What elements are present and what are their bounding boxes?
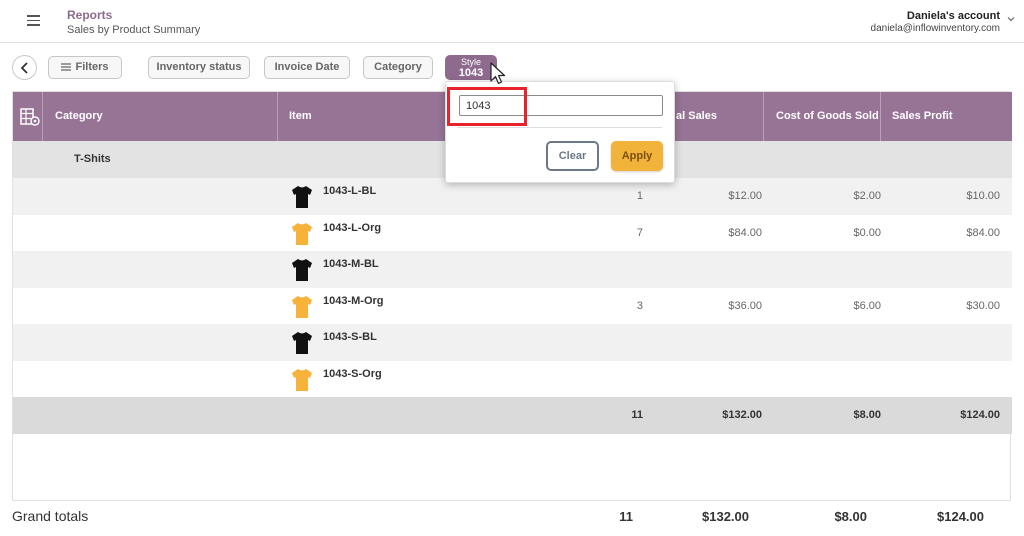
subtotal-qty: 11 <box>631 409 643 421</box>
grand-totals-label: Grand totals <box>12 508 89 524</box>
item-name[interactable]: 1043-S-BL <box>323 331 377 343</box>
qty-cell: 1 <box>636 190 643 202</box>
subtotal-sales: $132.00 <box>722 409 762 421</box>
hamburger-icon[interactable] <box>27 15 40 26</box>
grand-total-profit: $124.00 <box>937 509 984 524</box>
report-name: Sales by Product Summary <box>67 24 201 36</box>
invoice-date-filter[interactable]: Invoice Date <box>264 56 350 79</box>
grand-total-sales: $132.00 <box>702 509 749 524</box>
subtotal-profit: $124.00 <box>960 409 1000 421</box>
grand-total-qty: 11 <box>619 509 633 524</box>
item-name[interactable]: 1043-M-BL <box>323 258 379 270</box>
column-item[interactable]: Item <box>289 92 312 141</box>
filters-label: Filters <box>75 61 109 73</box>
item-name[interactable]: 1043-L-BL <box>323 185 376 197</box>
table-row[interactable]: 1043-M-BL <box>13 251 1012 288</box>
table-row[interactable]: 1043-M-Org 3 $36.00 $6.00 $30.00 <box>13 288 1012 325</box>
table-row[interactable]: 1043-S-BL <box>13 324 1012 361</box>
account-email: daniela@inflowinventory.com <box>870 23 1000 34</box>
tshirt-icon <box>292 296 312 318</box>
tshirt-icon <box>292 186 312 208</box>
page-title[interactable]: Reports <box>67 8 112 22</box>
inventory-status-filter[interactable]: Inventory status <box>148 56 250 79</box>
category-filter[interactable]: Category <box>363 56 433 79</box>
account-name[interactable]: Daniela's account <box>907 10 1000 22</box>
tshirt-icon <box>292 332 312 354</box>
chevron-down-icon[interactable] <box>1007 15 1015 23</box>
qty-cell: 7 <box>636 227 643 239</box>
sales-cell: $36.00 <box>728 300 762 312</box>
tshirt-icon <box>292 259 312 281</box>
chevron-left-icon <box>20 62 28 74</box>
cogs-cell: $6.00 <box>853 300 881 312</box>
table-row[interactable]: 1043-L-BL 1 $12.00 $2.00 $10.00 <box>13 178 1012 215</box>
tshirt-icon <box>292 369 312 391</box>
sales-cell: $12.00 <box>728 190 762 202</box>
column-total-sales[interactable]: al Sales <box>676 92 717 141</box>
column-category[interactable]: Category <box>55 92 103 141</box>
table-settings-icon[interactable] <box>20 108 40 126</box>
cogs-cell: $2.00 <box>853 190 881 202</box>
cogs-cell: $0.00 <box>853 227 881 239</box>
table-row[interactable]: 1043-S-Org <box>13 361 1012 398</box>
filter-lines-icon <box>61 63 72 71</box>
back-button[interactable] <box>12 55 37 80</box>
table-row[interactable]: 1043-L-Org 7 $84.00 $0.00 $84.00 <box>13 215 1012 252</box>
mouse-cursor-icon <box>490 62 506 85</box>
tshirt-icon <box>292 223 312 245</box>
qty-cell: 3 <box>636 300 643 312</box>
column-sales-profit[interactable]: Sales Profit <box>892 92 953 141</box>
profit-cell: $10.00 <box>966 190 1000 202</box>
annotation-highlight-box <box>447 87 527 126</box>
grand-total-cogs: $8.00 <box>834 509 867 524</box>
column-cost-of-goods-sold[interactable]: Cost of Goods Sold <box>776 92 879 141</box>
subtotal-cogs: $8.00 <box>853 409 881 421</box>
popup-divider <box>457 127 662 128</box>
app-header: Reports Sales by Product Summary Daniela… <box>0 0 1024 43</box>
profit-cell: $84.00 <box>966 227 1000 239</box>
item-name[interactable]: 1043-M-Org <box>323 295 384 307</box>
clear-button[interactable]: Clear <box>546 141 599 171</box>
profit-cell: $30.00 <box>966 300 1000 312</box>
item-name[interactable]: 1043-S-Org <box>323 368 382 380</box>
category-subtotal-row: 11 $132.00 $8.00 $124.00 <box>13 397 1012 434</box>
category-group-name: T-Shits <box>74 153 111 165</box>
filters-button[interactable]: Filters <box>48 56 122 79</box>
sales-cell: $84.00 <box>728 227 762 239</box>
item-name[interactable]: 1043-L-Org <box>323 222 381 234</box>
apply-button[interactable]: Apply <box>611 141 663 171</box>
